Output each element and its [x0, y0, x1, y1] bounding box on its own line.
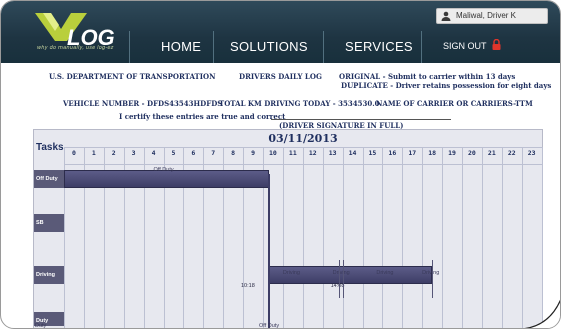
top-header: LOG why do manually, use log-ez HOME SOL… — [1, 1, 560, 63]
hour-tick-label: 10 — [269, 149, 277, 157]
grid-column-line — [382, 147, 384, 328]
event-tick — [342, 260, 344, 298]
hour-tick-label: 16 — [388, 149, 397, 157]
grid-column-line — [302, 147, 304, 328]
hour-tick-label: 5 — [171, 149, 176, 157]
nav-divider — [213, 31, 214, 63]
sign-out-link[interactable]: SIGN OUT — [443, 41, 487, 51]
total-km: TOTAL KM DRIVING TODAY - 3534530.0 — [219, 99, 380, 108]
row-label-off-duty: Off Duty — [36, 176, 58, 182]
grid-column-line — [402, 147, 404, 328]
hour-tick-label: 0 — [71, 149, 76, 157]
logo-tagline: why do manually, use log-ez — [37, 45, 114, 51]
hour-tick-label: 22 — [507, 149, 516, 157]
certify-text: I certify these entries are true and cor… — [119, 112, 286, 121]
nav-home[interactable]: HOME — [161, 39, 201, 59]
chart-annotation: 10:18 — [241, 283, 255, 289]
grid-column-line — [282, 147, 284, 328]
hour-tick-label: 9 — [251, 149, 255, 157]
nav-divider — [421, 31, 422, 63]
chart-annotation: Driving — [422, 270, 440, 276]
row-label-driving: Driving — [36, 272, 55, 278]
hour-tick-label: 4 — [151, 149, 156, 157]
chart-annotation: Off Duty — [259, 323, 280, 329]
chart-annotation: Duty — [35, 323, 47, 329]
chart-date: 03/11/2013 — [268, 132, 338, 145]
user-name: Maliwal, Driver K — [456, 11, 517, 20]
user-badge[interactable]: Maliwal, Driver K — [436, 8, 548, 24]
user-icon — [441, 11, 451, 21]
grid-column-line — [462, 147, 463, 328]
row-label-sb: SB — [36, 220, 44, 226]
hour-tick-label: 8 — [231, 149, 236, 157]
hour-tick-label: 18 — [428, 149, 437, 157]
dept-label: U.S. DEPARTMENT OF TRANSPORTATION — [49, 72, 216, 81]
chart-annotation: Driving — [376, 270, 394, 276]
event-tick — [432, 260, 434, 298]
hour-tick-label: 15 — [368, 149, 377, 157]
grid-column-line — [481, 147, 483, 328]
off-duty-bar-label: Off Duty — [153, 167, 174, 173]
hour-tick-label: 2 — [111, 149, 116, 157]
hour-tick-label: 20 — [468, 149, 476, 157]
hour-tick-label: 14 — [348, 149, 357, 157]
grid-column-line — [442, 147, 444, 328]
daily-log-chart: Tasks 03/11/2013 0 1 2 3 4 5 6 7 8 9 10 11 12 13 14 15 1… — [33, 129, 543, 329]
hour-tick-label: 1 — [91, 149, 96, 157]
hour-tick-label: 21 — [487, 149, 496, 157]
grid-column-line — [322, 147, 324, 328]
grid-column-line — [501, 147, 503, 328]
hour-tick-label: 13 — [328, 149, 337, 157]
duplicate-note: DUPLICATE - Driver retains possession fo… — [341, 81, 552, 90]
grid-column-line — [422, 147, 424, 328]
hour-tick-label: 17 — [408, 149, 417, 157]
corner-decoration — [523, 299, 560, 328]
app-window: LOG why do manually, use log-ez HOME SOL… — [0, 0, 561, 329]
lock-icon[interactable] — [492, 39, 501, 50]
chart-annotation: Driving — [282, 270, 300, 276]
vehicle-number: VEHICLE NUMBER - DFDS43543HDFDS — [63, 99, 223, 108]
status-transition-line — [267, 174, 270, 328]
original-note: ORIGINAL - Submit to carrier within 13 d… — [339, 72, 516, 81]
nav-divider — [129, 31, 130, 63]
nav-divider — [323, 31, 324, 63]
nav-services[interactable]: SERVICES — [345, 39, 413, 59]
log-title: DRIVERS DAILY LOG — [239, 72, 322, 81]
hour-tick-label: 19 — [448, 149, 456, 157]
hour-tick-label: 7 — [211, 149, 216, 157]
signature-line — [271, 119, 451, 120]
hour-tick-label: 3 — [131, 149, 136, 157]
hour-tick-label: 23 — [527, 149, 536, 157]
grid-column-line — [342, 147, 344, 328]
hour-tick-label: 12 — [308, 149, 317, 157]
hour-tick-label: 11 — [288, 149, 297, 157]
grid-column-line — [362, 147, 364, 328]
event-tick — [338, 260, 340, 298]
nav-solutions[interactable]: SOLUTIONS — [230, 39, 308, 59]
carrier-name: NAME OF CARRIER OR CARRIERS-TTM — [376, 99, 533, 108]
chart-annotation: Driving — [332, 270, 350, 276]
hour-tick-label: 6 — [191, 149, 196, 157]
tasks-header: Tasks — [36, 142, 64, 153]
